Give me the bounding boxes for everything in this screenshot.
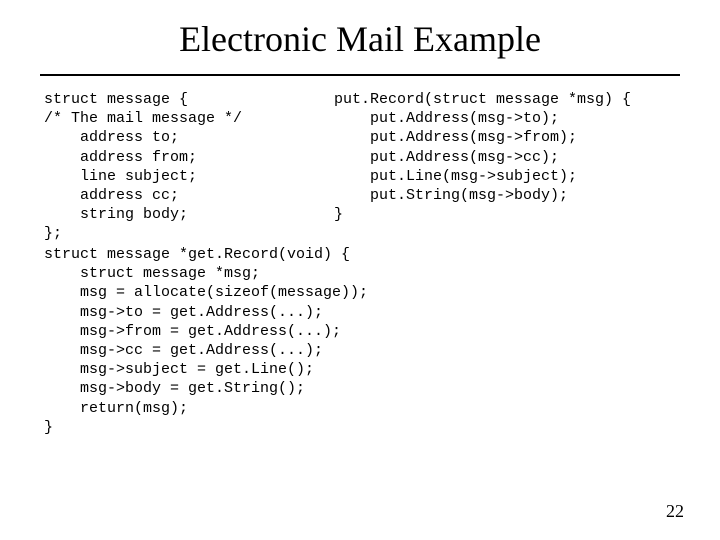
page-number: 22: [666, 501, 684, 522]
code-put-record: put.Record(struct message *msg) { put.Ad…: [334, 90, 631, 224]
slide-title: Electronic Mail Example: [0, 0, 720, 70]
code-get-record: struct message *get.Record(void) { struc…: [44, 245, 368, 437]
slide: Electronic Mail Example struct message {…: [0, 0, 720, 540]
code-struct-definition: struct message { /* The mail message */ …: [44, 90, 242, 244]
code-area: struct message { /* The mail message */ …: [44, 90, 676, 186]
title-rule: [40, 74, 680, 76]
